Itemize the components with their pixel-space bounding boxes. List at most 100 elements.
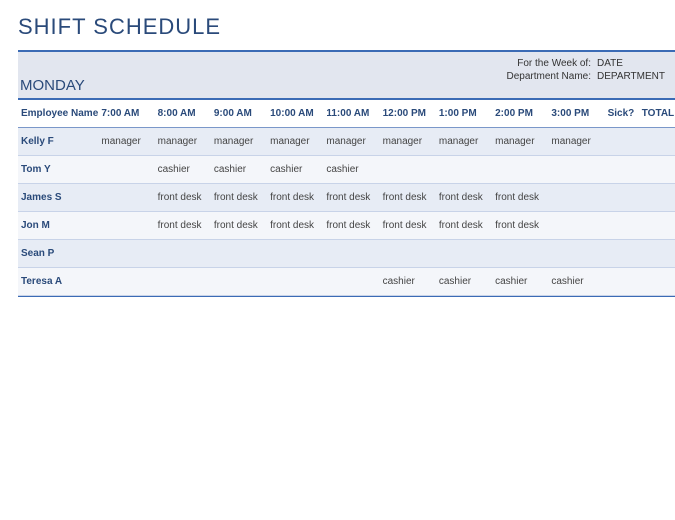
shift-cell: [98, 240, 154, 268]
shift-cell: [267, 268, 323, 296]
meta-week-label: For the Week of:: [517, 58, 591, 69]
meta-dept-value: DEPARTMENT: [597, 71, 667, 82]
table-row: Teresa Acashiercashiercashiercashier: [18, 268, 675, 296]
shift-cell: [155, 240, 211, 268]
shift-cell: front desk: [323, 212, 379, 240]
shift-cell: cashier: [548, 268, 604, 296]
table-row: Jon Mfront deskfront deskfront deskfront…: [18, 212, 675, 240]
shift-cell: manager: [323, 128, 379, 156]
shift-cell: [155, 268, 211, 296]
shift-cell: [639, 184, 675, 212]
bottom-rule: [18, 296, 675, 297]
col-2pm: 2:00 PM: [492, 100, 548, 128]
header-row: Employee Name 7:00 AM 8:00 AM 9:00 AM 10…: [18, 100, 675, 128]
shift-cell: [639, 156, 675, 184]
shift-cell: manager: [98, 128, 154, 156]
shift-cell: front desk: [436, 184, 492, 212]
shift-cell: manager: [380, 128, 436, 156]
shift-cell: [639, 128, 675, 156]
shift-cell: [380, 156, 436, 184]
shift-cell: front desk: [155, 184, 211, 212]
shift-cell: [492, 240, 548, 268]
shift-cell: front desk: [211, 184, 267, 212]
schedule-table: Employee Name 7:00 AM 8:00 AM 9:00 AM 10…: [18, 100, 675, 296]
meta-week-row: For the Week of: DATE: [507, 58, 667, 69]
shift-cell: [98, 268, 154, 296]
shift-cell: front desk: [492, 212, 548, 240]
col-3pm: 3:00 PM: [548, 100, 604, 128]
meta-block: For the Week of: DATE Department Name: D…: [507, 58, 667, 84]
shift-cell: [211, 268, 267, 296]
shift-cell: [492, 156, 548, 184]
schedule-page: SHIFT SCHEDULE MONDAY For the Week of: D…: [0, 0, 675, 297]
shift-cell: cashier: [492, 268, 548, 296]
shift-cell: [605, 156, 639, 184]
col-sick: Sick?: [605, 100, 639, 128]
table-row: Sean P: [18, 240, 675, 268]
shift-cell: cashier: [380, 268, 436, 296]
col-1pm: 1:00 PM: [436, 100, 492, 128]
employee-name-cell: Tom Y: [18, 156, 98, 184]
shift-cell: [323, 268, 379, 296]
table-row: James Sfront deskfront deskfront deskfro…: [18, 184, 675, 212]
meta-week-value: DATE: [597, 58, 667, 69]
shift-cell: [436, 156, 492, 184]
col-10am: 10:00 AM: [267, 100, 323, 128]
shift-cell: [639, 268, 675, 296]
table-row: Tom Ycashiercashiercashiercashier: [18, 156, 675, 184]
shift-cell: [380, 240, 436, 268]
shift-cell: [211, 240, 267, 268]
day-label: MONDAY: [18, 77, 85, 94]
shift-cell: [436, 240, 492, 268]
shift-cell: front desk: [267, 212, 323, 240]
shift-cell: cashier: [155, 156, 211, 184]
shift-cell: front desk: [211, 212, 267, 240]
table-body: Kelly Fmanagermanagermanagermanagermanag…: [18, 128, 675, 296]
col-8am: 8:00 AM: [155, 100, 211, 128]
shift-cell: cashier: [267, 156, 323, 184]
col-12pm: 12:00 PM: [380, 100, 436, 128]
col-9am: 9:00 AM: [211, 100, 267, 128]
col-7am: 7:00 AM: [98, 100, 154, 128]
shift-cell: [605, 128, 639, 156]
shift-cell: [605, 212, 639, 240]
employee-name-cell: James S: [18, 184, 98, 212]
shift-cell: [548, 184, 604, 212]
employee-name-cell: Kelly F: [18, 128, 98, 156]
col-11am: 11:00 AM: [323, 100, 379, 128]
shift-cell: manager: [436, 128, 492, 156]
shift-cell: [98, 156, 154, 184]
shift-cell: manager: [267, 128, 323, 156]
shift-cell: [267, 240, 323, 268]
shift-cell: front desk: [492, 184, 548, 212]
shift-cell: front desk: [380, 184, 436, 212]
shift-cell: [605, 268, 639, 296]
shift-cell: front desk: [436, 212, 492, 240]
col-employee: Employee Name: [18, 100, 98, 128]
shift-cell: manager: [492, 128, 548, 156]
shift-cell: [605, 240, 639, 268]
shift-cell: front desk: [267, 184, 323, 212]
shift-cell: [548, 156, 604, 184]
shift-cell: cashier: [436, 268, 492, 296]
page-title: SHIFT SCHEDULE: [18, 14, 675, 40]
meta-dept-row: Department Name: DEPARTMENT: [507, 71, 667, 82]
col-total: TOTAL: [639, 100, 675, 128]
shift-cell: front desk: [380, 212, 436, 240]
shift-cell: manager: [548, 128, 604, 156]
meta-dept-label: Department Name:: [507, 71, 591, 82]
shift-cell: manager: [155, 128, 211, 156]
table-row: Kelly Fmanagermanagermanagermanagermanag…: [18, 128, 675, 156]
shift-cell: cashier: [323, 156, 379, 184]
employee-name-cell: Jon M: [18, 212, 98, 240]
shift-cell: front desk: [155, 212, 211, 240]
shift-cell: [639, 212, 675, 240]
shift-cell: [98, 184, 154, 212]
employee-name-cell: Teresa A: [18, 268, 98, 296]
shift-cell: cashier: [211, 156, 267, 184]
shift-cell: [323, 240, 379, 268]
header-bar: MONDAY For the Week of: DATE Department …: [18, 52, 675, 100]
shift-cell: [639, 240, 675, 268]
employee-name-cell: Sean P: [18, 240, 98, 268]
shift-cell: [98, 212, 154, 240]
